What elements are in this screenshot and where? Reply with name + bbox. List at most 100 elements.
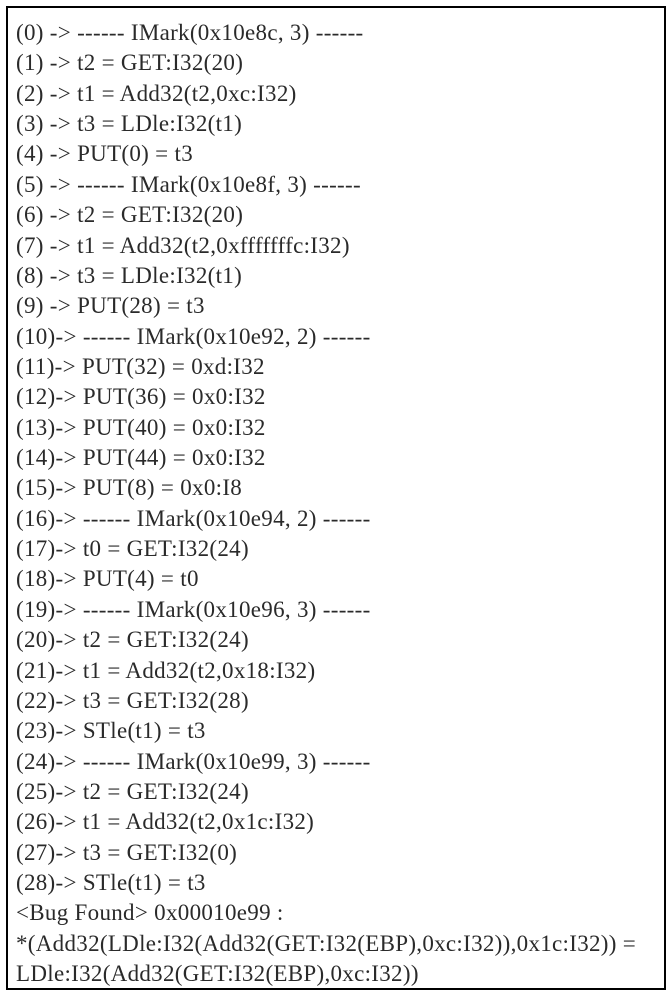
code-listing-frame: (0) -> ------ IMark(0x10e8c, 3) ------(1…: [6, 6, 666, 990]
row-body: t2 = GET:I32(24): [83, 627, 249, 652]
row-index: (0): [16, 20, 50, 45]
row-index: (28): [16, 870, 56, 895]
row-body: t3 = GET:I32(28): [83, 688, 249, 713]
row-index: (8): [16, 263, 50, 288]
instruction-row: (13)-> PUT(40) = 0x0:I32: [16, 413, 656, 443]
row-index: (18): [16, 566, 56, 591]
row-index: (12): [16, 384, 56, 409]
instruction-row: (28)-> STle(t1) = t3: [16, 868, 656, 898]
row-index: (22): [16, 688, 56, 713]
row-body: PUT(32) = 0xd:I32: [82, 354, 265, 379]
instruction-row: (19)-> ------ IMark(0x10e96, 3) ------: [16, 595, 656, 625]
row-body: PUT(44) = 0x0:I32: [83, 445, 266, 470]
row-body: t2 = GET:I32(24): [83, 779, 249, 804]
row-index: (9): [16, 293, 50, 318]
instruction-row: (6) -> t2 = GET:I32(20): [16, 200, 656, 230]
row-body: t1 = Add32(t2,0xc:I32): [77, 81, 297, 106]
row-body: PUT(8) = 0x0:I8: [83, 475, 242, 500]
arrow-icon: ->: [55, 354, 82, 379]
row-index: (2): [16, 81, 50, 106]
instruction-row: (3) -> t3 = LDle:I32(t1): [16, 109, 656, 139]
row-index: (24): [16, 749, 56, 774]
row-index: (21): [16, 658, 56, 683]
instruction-row: (14)-> PUT(44) = 0x0:I32: [16, 443, 656, 473]
arrow-icon: ->: [56, 445, 83, 470]
row-body: t1 = Add32(t2,0xfffffffc:I32): [77, 233, 350, 258]
row-index: (17): [16, 536, 56, 561]
instruction-row: (9) -> PUT(28) = t3: [16, 291, 656, 321]
row-index: (14): [16, 445, 56, 470]
instruction-row: (24)-> ------ IMark(0x10e99, 3) ------: [16, 747, 656, 777]
arrow-icon: ->: [56, 475, 83, 500]
row-index: (6): [16, 202, 50, 227]
arrow-icon: ->: [56, 658, 83, 683]
arrow-icon: ->: [50, 141, 77, 166]
arrow-icon: ->: [56, 749, 83, 774]
arrow-icon: ->: [56, 809, 83, 834]
row-index: (7): [16, 233, 50, 258]
row-body: t3 = LDle:I32(t1): [77, 263, 242, 288]
row-index: (16): [16, 506, 56, 531]
row-index: (26): [16, 809, 56, 834]
instruction-row: (23)-> STle(t1) = t3: [16, 716, 656, 746]
instruction-rows-container: (0) -> ------ IMark(0x10e8c, 3) ------(1…: [16, 18, 656, 898]
arrow-icon: ->: [50, 293, 77, 318]
instruction-row: (25)-> t2 = GET:I32(24): [16, 777, 656, 807]
arrow-icon: ->: [56, 324, 83, 349]
instruction-row: (27)-> t3 = GET:I32(0): [16, 838, 656, 868]
row-index: (5): [16, 172, 50, 197]
instruction-row: (4) -> PUT(0) = t3: [16, 139, 656, 169]
bug-found-header: <Bug Found> 0x00010e99 :: [16, 898, 656, 928]
arrow-icon: ->: [56, 536, 83, 561]
instruction-row: (11)-> PUT(32) = 0xd:I32: [16, 352, 656, 382]
bug-found-expression: *(Add32(LDle:I32(Add32(GET:I32(EBP),0xc:…: [16, 929, 656, 990]
row-body: PUT(40) = 0x0:I32: [83, 415, 266, 440]
row-index: (3): [16, 111, 50, 136]
instruction-row: (17)-> t0 = GET:I32(24): [16, 534, 656, 564]
instruction-row: (8) -> t3 = LDle:I32(t1): [16, 261, 656, 291]
instruction-row: (0) -> ------ IMark(0x10e8c, 3) ------: [16, 18, 656, 48]
instruction-row: (15)-> PUT(8) = 0x0:I8: [16, 473, 656, 503]
row-body: t3 = LDle:I32(t1): [77, 111, 242, 136]
row-body: t1 = Add32(t2,0x1c:I32): [83, 809, 314, 834]
arrow-icon: ->: [50, 20, 77, 45]
instruction-row: (18)-> PUT(4) = t0: [16, 564, 656, 594]
arrow-icon: ->: [56, 597, 83, 622]
arrow-icon: ->: [56, 627, 83, 652]
instruction-row: (26)-> t1 = Add32(t2,0x1c:I32): [16, 807, 656, 837]
row-body: PUT(0) = t3: [77, 141, 193, 166]
arrow-icon: ->: [56, 870, 83, 895]
row-body: STle(t1) = t3: [83, 718, 206, 743]
row-body: ------ IMark(0x10e94, 2) ------: [83, 506, 371, 531]
instruction-row: (16)-> ------ IMark(0x10e94, 2) ------: [16, 504, 656, 534]
arrow-icon: ->: [50, 172, 77, 197]
instruction-row: (20)-> t2 = GET:I32(24): [16, 625, 656, 655]
row-body: ------ IMark(0x10e99, 3) ------: [83, 749, 371, 774]
row-body: ------ IMark(0x10e8f, 3) ------: [77, 172, 361, 197]
row-body: PUT(28) = t3: [77, 293, 205, 318]
instruction-row: (1) -> t2 = GET:I32(20): [16, 48, 656, 78]
row-index: (1): [16, 50, 50, 75]
arrow-icon: ->: [56, 718, 83, 743]
row-index: (15): [16, 475, 56, 500]
row-index: (23): [16, 718, 56, 743]
arrow-icon: ->: [50, 263, 77, 288]
row-body: PUT(36) = 0x0:I32: [83, 384, 266, 409]
arrow-icon: ->: [56, 779, 83, 804]
row-index: (20): [16, 627, 56, 652]
row-index: (25): [16, 779, 56, 804]
arrow-icon: ->: [50, 81, 77, 106]
instruction-row: (5) -> ------ IMark(0x10e8f, 3) ------: [16, 170, 656, 200]
instruction-row: (12)-> PUT(36) = 0x0:I32: [16, 382, 656, 412]
row-body: ------ IMark(0x10e92, 2) ------: [83, 324, 371, 349]
instruction-row: (7) -> t1 = Add32(t2,0xfffffffc:I32): [16, 231, 656, 261]
row-body: ------ IMark(0x10e96, 3) ------: [83, 597, 371, 622]
arrow-icon: ->: [56, 415, 83, 440]
arrow-icon: ->: [56, 384, 83, 409]
arrow-icon: ->: [50, 202, 77, 227]
row-index: (11): [16, 354, 55, 379]
row-index: (4): [16, 141, 50, 166]
row-index: (13): [16, 415, 56, 440]
row-body: t2 = GET:I32(20): [77, 202, 243, 227]
instruction-row: (10)-> ------ IMark(0x10e92, 2) ------: [16, 322, 656, 352]
